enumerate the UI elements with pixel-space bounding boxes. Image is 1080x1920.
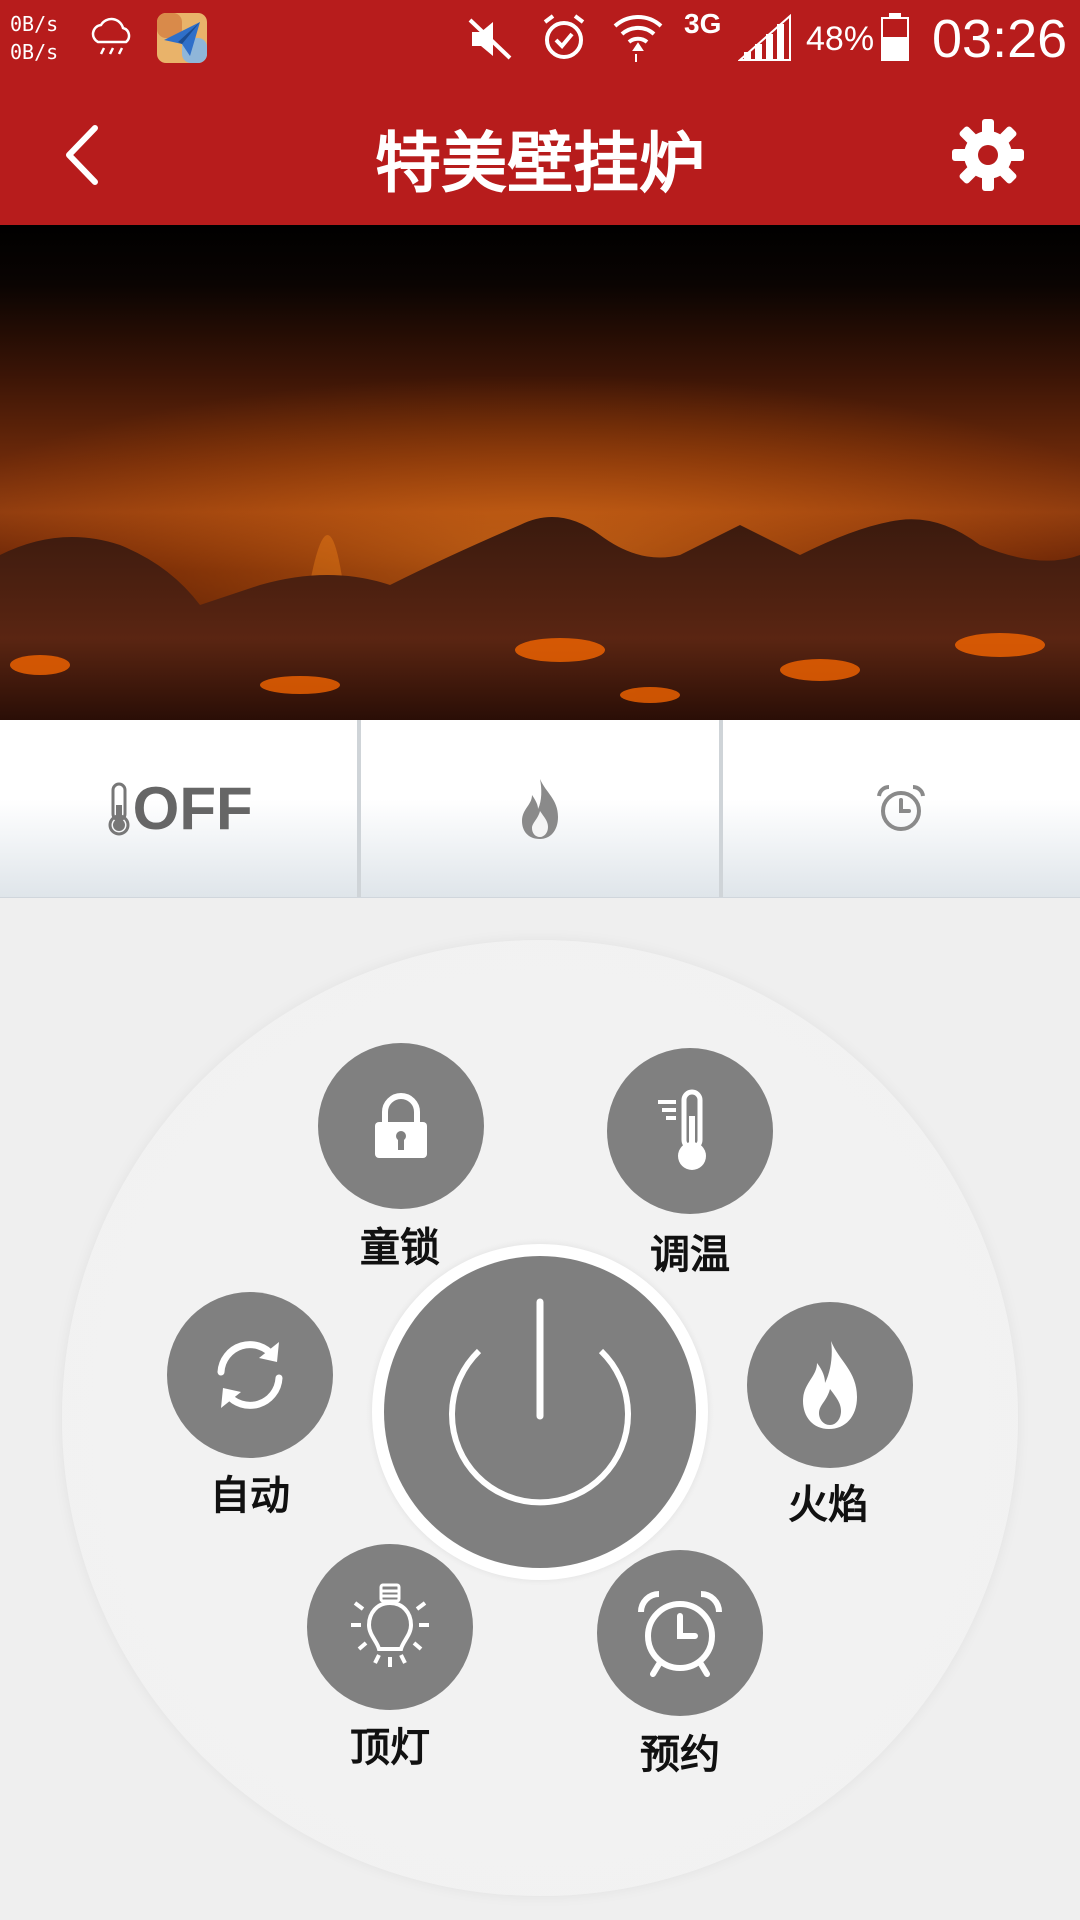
alarm-clock-icon xyxy=(877,784,926,831)
flame-button[interactable] xyxy=(747,1302,913,1468)
wifi-icon xyxy=(613,15,663,62)
adjust-temp-button[interactable] xyxy=(607,1048,773,1214)
thermometer-icon xyxy=(108,782,130,835)
flame-label: 火焰 xyxy=(788,1482,868,1528)
network-type: 3G xyxy=(684,8,722,39)
tab-temperature[interactable]: OFF xyxy=(0,720,357,897)
tab-flame[interactable] xyxy=(357,720,718,897)
cloud-rain-icon xyxy=(91,17,131,55)
upload-speed: 0B/s xyxy=(10,12,59,36)
battery-percent: 48% xyxy=(806,20,875,58)
app-bar: 特美壁挂炉 xyxy=(0,80,1080,225)
fireplace-banner xyxy=(0,225,1080,720)
thermometer-icon xyxy=(658,1089,706,1170)
fireplace-image xyxy=(0,375,1080,720)
download-speed: 0B/s xyxy=(10,40,59,64)
adjust-temp-label: 调温 xyxy=(650,1232,730,1278)
refresh-icon xyxy=(217,1341,283,1409)
child-lock-label: 童锁 xyxy=(360,1225,440,1271)
lock-icon xyxy=(375,1093,427,1158)
schedule-label: 预约 xyxy=(640,1732,720,1778)
top-light-label: 顶灯 xyxy=(350,1725,430,1771)
paper-plane-app-icon xyxy=(157,13,207,63)
child-lock-button[interactable] xyxy=(318,1043,484,1209)
top-light-button[interactable] xyxy=(307,1544,473,1710)
power-icon xyxy=(449,1298,631,1506)
status-tabs: OFF xyxy=(0,720,1080,898)
clock-time: 03:26 xyxy=(932,9,1068,69)
battery-icon xyxy=(881,13,909,61)
signal-icon xyxy=(738,14,791,61)
tab-timer[interactable] xyxy=(718,720,1080,897)
status-bar: 0B/s 0B/s 3G 48% 03:26 xyxy=(0,0,1080,80)
gear-icon[interactable] xyxy=(950,117,1026,193)
alarm-clock-icon xyxy=(638,1591,722,1677)
flame-icon xyxy=(803,1341,857,1429)
schedule-button[interactable] xyxy=(597,1550,763,1716)
network-speed: 0B/s 0B/s xyxy=(10,10,58,66)
flame-icon xyxy=(521,778,558,839)
light-bulb-icon xyxy=(351,1583,429,1667)
alarm-icon xyxy=(543,14,585,59)
auto-label: 自动 xyxy=(210,1473,290,1519)
page-title: 特美壁挂炉 xyxy=(375,125,705,202)
auto-button[interactable] xyxy=(167,1292,333,1458)
mute-icon xyxy=(468,18,512,60)
temperature-value: OFF xyxy=(132,775,253,842)
power-button[interactable] xyxy=(384,1256,696,1568)
